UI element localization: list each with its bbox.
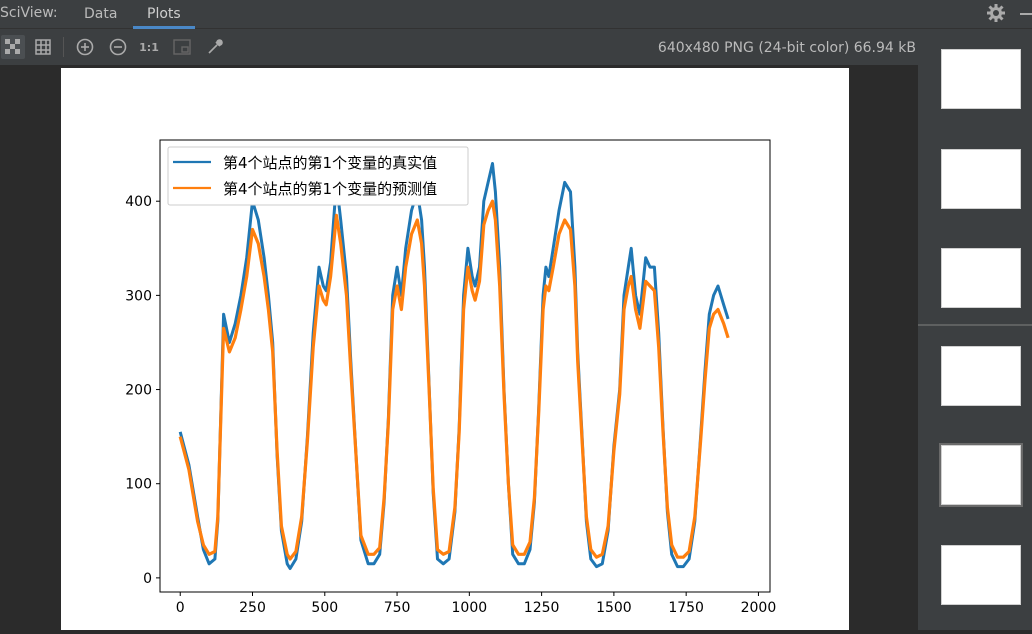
tab-data[interactable]: Data	[70, 0, 131, 28]
actual-size-button[interactable]: 1:1	[137, 35, 161, 59]
thumbnail[interactable]	[941, 49, 1021, 109]
y-tick-label: 400	[125, 194, 152, 210]
y-tick-label: 0	[143, 571, 152, 587]
zoom-out-icon	[109, 38, 127, 56]
x-tick-label: 500	[311, 600, 338, 616]
thumbnail-panel	[918, 30, 1032, 630]
top-tab-bar: SciView: Data Plots	[0, 0, 1032, 29]
y-tick-label: 300	[125, 288, 152, 304]
y-tick-label: 100	[125, 477, 152, 493]
thumbnail[interactable]	[939, 443, 1023, 507]
thumbnail[interactable]	[941, 248, 1021, 308]
sciview-title: SciView:	[0, 5, 58, 21]
plot-image: 0 250 500 750 1000 1250 1500 1750 2000 0 100 200 300…	[61, 68, 849, 630]
zoom-in-icon	[76, 38, 94, 56]
legend-label-true: 第4个站点的第1个变量的真实值	[223, 154, 437, 172]
legend: 第4个站点的第1个变量的真实值 第4个站点的第1个变量的预测值	[167, 146, 469, 206]
x-tick-label: 1000	[452, 600, 488, 616]
color-picker-icon	[208, 39, 223, 54]
gear-icon[interactable]	[986, 3, 1006, 23]
x-tick-label: 1750	[668, 600, 704, 616]
zoom-in-button[interactable]	[73, 35, 97, 59]
image-toolbar: 1:1 640x480 PNG (24-bit color) 66.94 kB	[0, 29, 1032, 65]
x-tick-label: 2000	[741, 600, 777, 616]
x-tick-label: 1250	[524, 600, 560, 616]
grid-button[interactable]	[31, 35, 55, 59]
chessboard-button[interactable]	[1, 35, 25, 59]
tab-plots[interactable]: Plots	[133, 0, 195, 29]
x-tick-label: 1500	[596, 600, 632, 616]
chessboard-icon	[5, 39, 20, 54]
thumbnail-divider	[918, 324, 1032, 326]
actual-size-icon: 1:1	[139, 40, 159, 54]
thumbnail[interactable]	[941, 149, 1021, 209]
minimize-icon[interactable]	[1020, 13, 1032, 15]
line-chart: 0 250 500 750 1000 1250 1500 1750 2000 0 100 200 300…	[125, 139, 777, 616]
y-tick-label: 200	[125, 383, 152, 399]
thumbnail[interactable]	[941, 545, 1021, 605]
image-info: 640x480 PNG (24-bit color) 66.94 kB	[657, 40, 916, 56]
color-picker-button[interactable]	[203, 35, 227, 59]
grid-icon	[35, 39, 51, 55]
x-tick-label: 750	[384, 600, 411, 616]
x-tick-label: 0	[176, 600, 185, 616]
thumbnail[interactable]	[941, 346, 1021, 406]
fit-to-window-button[interactable]	[170, 35, 194, 59]
fit-to-window-icon	[173, 39, 191, 55]
x-tick-label: 250	[239, 600, 266, 616]
legend-label-pred: 第4个站点的第1个变量的预测值	[223, 180, 437, 198]
toolbar-separator	[63, 37, 64, 57]
zoom-out-button[interactable]	[106, 35, 130, 59]
